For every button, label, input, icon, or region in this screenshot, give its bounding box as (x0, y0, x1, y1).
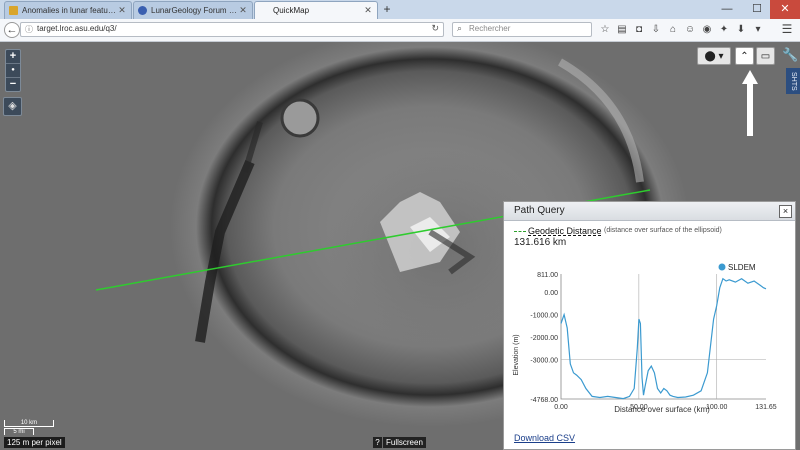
info-icon[interactable]: ⓘ (25, 24, 33, 35)
tab-title: QuickMap (273, 6, 310, 15)
y-tick-label: 0.00 (544, 290, 558, 297)
close-window-button[interactable]: ✕ (770, 0, 800, 19)
zoom-reset-button[interactable]: ● (6, 64, 20, 78)
close-icon[interactable]: ✕ (238, 5, 248, 16)
favicon-icon (9, 6, 18, 15)
y-tick-label: -1000.00 (530, 313, 558, 320)
legend-name[interactable]: Geodetic Distance (528, 226, 602, 236)
panel-header[interactable]: Path Query × (504, 202, 795, 221)
zoom-in-button[interactable]: + (6, 50, 20, 64)
download-icon[interactable]: ⇩ (649, 22, 663, 37)
tab-title: Anomalies in lunar features (22, 6, 117, 15)
legend-description: (distance over surface of the ellipsoid) (604, 227, 722, 234)
minimize-button[interactable]: — (712, 0, 742, 19)
search-placeholder: Rechercher (469, 24, 511, 33)
layers-icon[interactable]: ◈ (3, 97, 22, 116)
side-panel-tab[interactable]: SHTS (786, 68, 800, 94)
fullscreen-button[interactable]: Fullscreen (383, 437, 426, 448)
path-query-panel: Path Query × Geodetic Distance (distance… (503, 201, 796, 450)
marker-tool-button[interactable]: ⬤ ▾ (697, 47, 731, 65)
panel-title: Path Query (514, 205, 565, 216)
browser-tab-bar: Anomalies in lunar features ✕ LunarGeolo… (0, 0, 800, 20)
zoom-out-button[interactable]: − (6, 78, 20, 91)
elevation-chart[interactable]: 811.00 0.00 -1000.00 -2000.00 -3000.00 -4768.… (504, 257, 795, 429)
chart-grid (560, 274, 766, 400)
path-icon: ⌃ (740, 51, 749, 62)
pocket-icon[interactable]: ◘ (632, 22, 646, 37)
rectangle-tool-button[interactable]: ▭ (756, 47, 775, 65)
url-text: target.lroc.asu.edu/q3/ (37, 24, 117, 33)
search-icon: ⌕ (457, 23, 463, 33)
addon-icon[interactable]: ✦ (717, 22, 731, 37)
path-tool-button[interactable]: ⌃ (735, 47, 754, 65)
home-icon[interactable]: ⌂ (666, 22, 680, 37)
maximize-button[interactable]: ☐ (742, 0, 772, 19)
legend-marker (718, 263, 726, 271)
y-axis-label: Elevation (m) (513, 334, 520, 375)
chevron-down-icon[interactable]: ▾ (751, 22, 765, 37)
download-csv-link[interactable]: Download CSV (514, 433, 575, 443)
x-tick-label: 0.00 (554, 404, 568, 411)
menu-icon[interactable]: ☰ (780, 22, 794, 37)
y-tick-label: -4768.00 (530, 397, 558, 404)
close-icon[interactable]: ✕ (363, 5, 373, 16)
x-axis-label: Distance over surface (km) (614, 405, 710, 414)
bookmarks-icon[interactable]: ▤ (615, 22, 629, 37)
navigation-bar: ← ⓘ target.lroc.asu.edu/q3/ ↻ ⌕ Recherch… (0, 19, 800, 42)
back-button[interactable]: ← (4, 22, 20, 38)
new-tab-button[interactable]: + (380, 2, 394, 16)
resolution-label: 125 m per pixel (4, 437, 65, 448)
legend-label: SLDEM (728, 263, 756, 272)
chat-icon[interactable]: ☺ (683, 22, 697, 37)
y-tick-label: -3000.00 (530, 357, 558, 364)
scale-mi: 5 mi (4, 428, 34, 435)
zoom-control: + ● − (5, 49, 21, 92)
elevation-series-line (560, 277, 767, 400)
bookmark-star-icon[interactable]: ☆ (598, 22, 612, 37)
url-bar[interactable]: ⓘ target.lroc.asu.edu/q3/ ↻ (20, 22, 444, 37)
download-arrow-icon[interactable]: ⬇ (734, 22, 748, 37)
close-icon[interactable]: ✕ (117, 5, 127, 16)
x-tick-label: 131.65 (755, 404, 777, 411)
legend-line-swatch (514, 231, 526, 232)
search-input[interactable]: ⌕ Rechercher (452, 22, 592, 37)
up-arrow-icon (742, 70, 758, 136)
chart-axes (560, 274, 766, 400)
addon-icon[interactable]: ◉ (700, 22, 714, 37)
tab-title: LunarGeology Forum 27/06... (151, 6, 238, 15)
tab-forum[interactable]: LunarGeology Forum 27/06... ✕ (133, 1, 253, 19)
tab-anomalies[interactable]: Anomalies in lunar features ✕ (4, 1, 132, 19)
settings-wrench-icon[interactable]: 🔧 (782, 46, 798, 64)
marker-icon: ⬤ ▾ (704, 51, 724, 62)
y-tick-label: 811.00 (537, 272, 558, 279)
close-panel-button[interactable]: × (779, 205, 792, 218)
chart-ticks: 811.00 0.00 -1000.00 -2000.00 -3000.00 -4768.… (530, 272, 776, 411)
favicon-icon (138, 6, 147, 15)
scale-km: 10 km (4, 420, 54, 427)
reload-icon[interactable]: ↻ (431, 23, 439, 34)
y-tick-label: -2000.00 (530, 335, 558, 342)
rectangle-icon: ▭ (760, 51, 771, 62)
tab-quickmap[interactable]: QuickMap ✕ (254, 1, 378, 19)
help-button[interactable]: ? (373, 437, 382, 448)
scale-bar: 10 km 5 mi (4, 420, 54, 435)
chart-legend: SLDEM (718, 263, 756, 272)
distance-value: 131.616 km (514, 237, 567, 248)
